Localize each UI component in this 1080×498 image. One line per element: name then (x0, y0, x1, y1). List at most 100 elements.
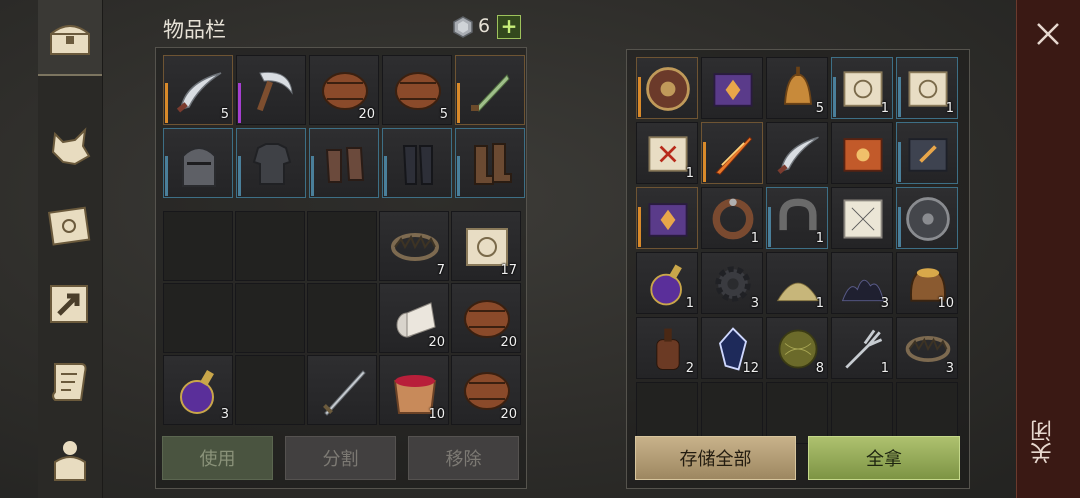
rarity-bar (898, 207, 901, 247)
container-slot[interactable] (636, 57, 698, 119)
container-slot[interactable] (831, 187, 893, 249)
equipped-slot[interactable] (382, 128, 452, 198)
item-quantity: 1 (750, 231, 759, 246)
rarity-bar (311, 156, 314, 196)
item-quantity: 2 (685, 361, 694, 376)
backpack-slot[interactable]: 17 (451, 211, 521, 281)
container-slot[interactable]: 12 (701, 317, 763, 379)
container-slot[interactable]: 2 (636, 317, 698, 379)
item-quantity: 1 (880, 101, 889, 116)
backpack-slot[interactable]: 10 (379, 355, 449, 425)
item-quantity: 20 (500, 407, 517, 422)
container-slot[interactable]: 3 (831, 252, 893, 314)
great-helm-icon (182, 147, 216, 187)
backpack-empty-slot[interactable] (307, 211, 377, 281)
sketch-paper-icon (843, 199, 883, 239)
container-slot[interactable]: 10 (896, 252, 958, 314)
equipped-slot[interactable]: 5 (382, 55, 452, 125)
rarity-bar (165, 156, 168, 196)
item-quantity: 10 (937, 296, 954, 311)
container-slot[interactable]: 1 (831, 317, 893, 379)
gem-count: 6 (478, 15, 491, 37)
container-slot[interactable]: 1 (896, 57, 958, 119)
container-empty-slot[interactable] (896, 382, 958, 444)
container-empty-slot[interactable] (831, 382, 893, 444)
orange-tome-icon (843, 138, 883, 172)
container-slot[interactable]: 1 (766, 187, 828, 249)
container-slot[interactable] (831, 122, 893, 184)
scimitar-icon (176, 72, 222, 113)
container-slot[interactable]: 1 (831, 57, 893, 119)
container-slot[interactable] (896, 122, 958, 184)
backpack-slot[interactable]: 3 (163, 355, 233, 425)
container-slot[interactable] (636, 187, 698, 249)
barrel-icon (395, 72, 441, 110)
close-icon[interactable] (1034, 20, 1062, 48)
backpack-slot[interactable]: 20 (379, 283, 449, 353)
equipped-slot[interactable]: 20 (309, 55, 379, 125)
store-all-button[interactable]: 存储全部 (635, 436, 796, 480)
container-slot[interactable]: 1 (766, 252, 828, 314)
container-slot[interactable]: 8 (766, 317, 828, 379)
container-slot[interactable] (766, 122, 828, 184)
add-gems-button[interactable]: + (497, 15, 521, 39)
item-quantity: 5 (815, 101, 824, 116)
purple-tome-icon (648, 203, 688, 237)
item-quantity: 5 (439, 107, 448, 122)
container-slot[interactable] (701, 57, 763, 119)
container-empty-slot[interactable] (636, 382, 698, 444)
backpack-slot[interactable]: 20 (451, 283, 521, 353)
backpack-empty-slot[interactable] (163, 211, 233, 281)
character-icon (54, 441, 86, 481)
rarity-bar (638, 207, 641, 247)
container-slot[interactable]: 3 (896, 317, 958, 379)
equipped-slot[interactable]: 5 (163, 55, 233, 125)
use-button[interactable]: 使用 (162, 436, 273, 480)
equipped-slot[interactable] (236, 128, 306, 198)
backpack-empty-slot[interactable] (163, 283, 233, 353)
chest-icon (50, 25, 90, 55)
sidebar-tab-character[interactable] (38, 424, 102, 498)
item-quantity: 1 (880, 361, 889, 376)
item-quantity: 1 (815, 231, 824, 246)
container-slot[interactable] (896, 187, 958, 249)
equipped-grid: 5 20 5 (163, 55, 525, 198)
equipped-slot[interactable] (455, 128, 525, 198)
sidebar-tab-crafting[interactable] (38, 266, 102, 340)
item-quantity: 1 (685, 166, 694, 181)
equipped-slot[interactable] (163, 128, 233, 198)
rarity-bar (457, 83, 460, 123)
rarity-bar (638, 77, 641, 117)
sickle-icon (257, 71, 293, 112)
container-empty-slot[interactable] (701, 382, 763, 444)
backpack-slot[interactable] (307, 355, 377, 425)
container-slot[interactable]: 1 (701, 187, 763, 249)
map-arrow-icon (50, 285, 88, 323)
backpack-empty-slot[interactable] (235, 211, 305, 281)
sidebar-tab-inventory[interactable] (38, 0, 102, 76)
backpack-empty-slot[interactable] (235, 355, 305, 425)
equipped-slot[interactable] (455, 55, 525, 125)
rarity-bar (703, 142, 706, 182)
backpack-slot[interactable]: 20 (451, 355, 521, 425)
container-slot[interactable]: 5 (766, 57, 828, 119)
item-quantity: 3 (220, 407, 229, 422)
close-label[interactable]: 关闭 (1028, 420, 1068, 464)
container-slot[interactable]: 1 (636, 252, 698, 314)
take-all-button[interactable]: 全拿 (808, 436, 960, 480)
container-empty-slot[interactable] (766, 382, 828, 444)
equipped-slot[interactable] (236, 55, 306, 125)
container-slot[interactable] (701, 122, 763, 184)
item-quantity: 1 (815, 296, 824, 311)
backpack-empty-slot[interactable] (235, 283, 305, 353)
backpack-slot[interactable]: 7 (379, 211, 449, 281)
sidebar-tab-quests[interactable] (38, 344, 102, 418)
backpack-empty-slot[interactable] (307, 283, 377, 353)
remove-button[interactable]: 移除 (408, 436, 519, 480)
container-slot[interactable]: 1 (636, 122, 698, 184)
sidebar-tab-skills[interactable] (38, 188, 102, 262)
equipped-slot[interactable] (309, 128, 379, 198)
split-button[interactable]: 分割 (285, 436, 396, 480)
sidebar-tab-pets[interactable] (38, 110, 102, 184)
container-slot[interactable]: 3 (701, 252, 763, 314)
